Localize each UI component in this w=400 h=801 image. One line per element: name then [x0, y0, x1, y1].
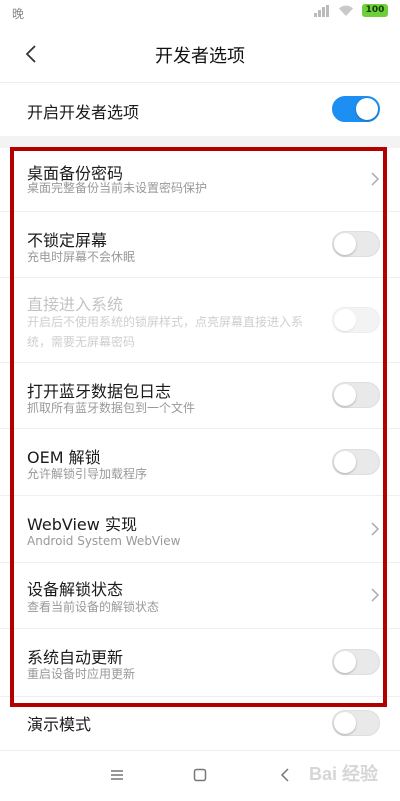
- row-bluetooth-hci-log[interactable]: 打开蓝牙数据包日志 抓取所有蓝牙数据包到一个文件: [0, 362, 400, 429]
- row-oem-unlock[interactable]: OEM 解锁 允许解锁引导加载程序: [0, 428, 400, 496]
- oem-unlock-toggle[interactable]: [332, 449, 380, 475]
- toggle-knob: [334, 233, 356, 255]
- row-stay-awake[interactable]: 不锁定屏幕 充电时屏幕不会休眠: [0, 211, 400, 278]
- battery-icon: 100: [362, 4, 388, 17]
- chevron-right-icon: [371, 588, 380, 602]
- home-icon[interactable]: [190, 765, 210, 785]
- auto-update-toggle[interactable]: [332, 649, 380, 675]
- signal-icon: [314, 4, 330, 17]
- toggle-knob: [334, 384, 356, 406]
- master-toggle-switch[interactable]: [332, 96, 380, 122]
- wifi-icon: [339, 5, 353, 16]
- row-demo-mode[interactable]: 演示模式: [0, 696, 400, 750]
- chevron-right-icon: [371, 522, 380, 536]
- toggle-knob: [356, 98, 378, 120]
- demo-mode-toggle[interactable]: [332, 710, 380, 736]
- row-subtitle: 查看当前设备的解锁状态: [27, 600, 160, 614]
- row-desktop-backup-password[interactable]: 桌面备份密码 桌面完整备份当前未设置密码保护: [0, 148, 400, 212]
- direct-enter-toggle: [332, 307, 380, 333]
- menu-icon[interactable]: [107, 765, 127, 785]
- bluetooth-log-toggle[interactable]: [332, 382, 380, 408]
- row-auto-system-update[interactable]: 系统自动更新 重启设备时应用更新: [0, 628, 400, 697]
- row-subtitle: 重启设备时应用更新: [27, 667, 136, 681]
- master-toggle-row[interactable]: 开启开发者选项: [0, 82, 400, 136]
- master-toggle-label: 开启开发者选项: [27, 103, 140, 122]
- status-bar: 晚 100: [0, 0, 400, 26]
- row-subtitle: 抓取所有蓝牙数据包到一个文件: [27, 401, 196, 415]
- baidu-watermark: Bai 经验: [308, 764, 378, 784]
- toggle-knob: [334, 712, 356, 734]
- toggle-knob: [334, 309, 356, 331]
- status-time: 晚: [12, 7, 25, 21]
- row-direct-enter-system: 直接进入系统 开启后不使用系统的锁屏样式，点亮屏幕直接进入系统，需要无屏幕密码: [0, 277, 400, 363]
- page-title: 开发者选项: [155, 46, 245, 67]
- app-header: 开发者选项: [0, 26, 400, 83]
- section-divider: [0, 136, 400, 148]
- row-subtitle: 允许解锁引导加载程序: [27, 467, 148, 481]
- row-subtitle: 充电时屏幕不会休眠: [27, 250, 136, 264]
- toggle-knob: [334, 451, 356, 473]
- toggle-knob: [334, 651, 356, 673]
- row-subtitle: Android System WebView: [27, 534, 181, 548]
- row-subtitle: 开启后不使用系统的锁屏样式，点亮屏幕直接进入系统，需要无屏幕密码: [27, 315, 304, 349]
- row-device-unlock-status[interactable]: 设备解锁状态 查看当前设备的解锁状态: [0, 562, 400, 629]
- row-subtitle: 桌面完整备份当前未设置密码保护: [27, 181, 208, 195]
- row-webview-implementation[interactable]: WebView 实现 Android System WebView: [0, 495, 400, 563]
- back-icon[interactable]: [275, 765, 295, 785]
- stay-awake-toggle[interactable]: [332, 231, 380, 257]
- row-label: 演示模式: [27, 715, 92, 734]
- chevron-right-icon: [371, 172, 380, 186]
